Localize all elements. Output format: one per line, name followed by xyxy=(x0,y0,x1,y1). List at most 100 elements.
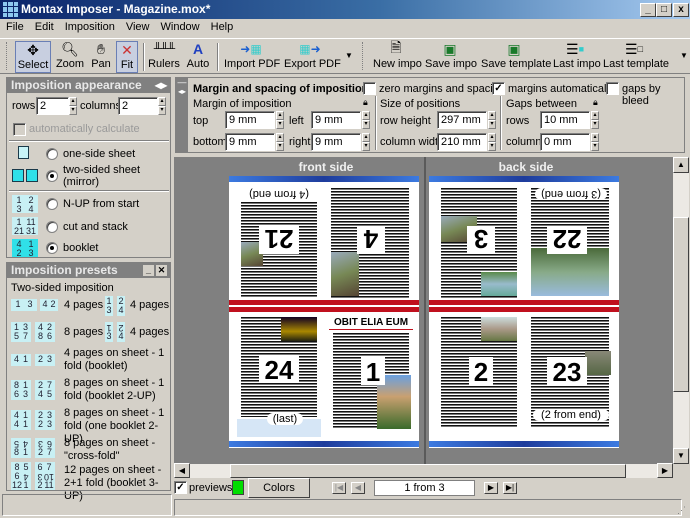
nup-from-start-radio[interactable] xyxy=(46,198,58,210)
gap-columns-spinner[interactable]: ▴ ▾ xyxy=(591,133,599,151)
rows-input[interactable]: 2 xyxy=(36,97,69,115)
page-thumbnail[interactable]: 3 xyxy=(437,186,521,298)
gap-rows-input[interactable]: 10 mm xyxy=(540,111,590,129)
row-height-spinner[interactable]: ▴ ▾ xyxy=(488,111,496,129)
preset-icon: 24 xyxy=(117,322,125,342)
menu-file[interactable]: File xyxy=(0,19,29,33)
first-page-button[interactable]: |◀ xyxy=(332,482,346,494)
page-thumbnail[interactable]: 23 (2 from end) xyxy=(529,315,613,437)
columns-spinner[interactable]: ▴ ▾ xyxy=(158,97,166,115)
last-template-button[interactable]: ☰ □ Last template xyxy=(603,41,669,73)
zero-margins-checkbox[interactable] xyxy=(363,82,376,95)
previews-checkbox[interactable]: ✓ xyxy=(174,481,187,494)
toolbar-grip[interactable] xyxy=(362,42,365,70)
margins-auto-checkbox[interactable]: ✓ xyxy=(492,82,505,95)
preset-item[interactable]: 13 24 4 pages xyxy=(105,296,170,318)
right-margin-input[interactable]: 9 mm xyxy=(311,133,361,151)
top-margin-input[interactable]: 9 mm xyxy=(225,111,275,129)
import-pdf-button[interactable]: ➜ ▦ Import PDF xyxy=(224,41,280,73)
lock-icon[interactable]: 🔒︎ xyxy=(363,97,368,108)
two-sided-sheet-radio[interactable] xyxy=(46,170,58,182)
export-pdf-button[interactable]: ▦ ➜ Export PDF xyxy=(284,41,341,73)
page-thumbnail[interactable]: 4 xyxy=(329,186,413,298)
toolbar-overflow-chevron-icon[interactable]: ▼ xyxy=(680,51,688,60)
column-width-spinner[interactable]: ▴ ▾ xyxy=(488,133,496,151)
last-impo-button[interactable]: ☰ ■ Last impo xyxy=(553,41,601,73)
left-margin-spinner[interactable]: ▴ ▾ xyxy=(362,111,370,129)
menu-view[interactable]: View xyxy=(120,19,155,33)
fit-tool-button[interactable]: ✕ Fit xyxy=(116,41,138,73)
preset-item[interactable]: 1357 4286 8 pages xyxy=(7,320,105,344)
column-width-input[interactable]: 210 mm xyxy=(437,133,487,151)
minimize-button[interactable]: _ xyxy=(640,3,656,17)
pan-tool-button[interactable]: ✋︎ Pan xyxy=(88,41,114,73)
panel-side-handle[interactable]: — ◂▸ xyxy=(176,78,188,152)
scroll-up-button[interactable]: ▲ xyxy=(673,157,689,173)
menu-help[interactable]: Help xyxy=(205,19,239,33)
colors-button[interactable]: Colors xyxy=(248,478,310,498)
save-template-button[interactable]: ▣ Save template xyxy=(481,41,551,73)
scrollbar-thumb[interactable] xyxy=(230,464,626,478)
menu-edit[interactable]: Edit xyxy=(29,19,59,33)
bottom-margin-spinner[interactable]: ▴ ▾ xyxy=(276,133,284,151)
select-tool-button[interactable]: ✥ Select xyxy=(15,41,51,73)
left-margin-input[interactable]: 9 mm xyxy=(311,111,361,129)
gaps-by-bleed-checkbox[interactable] xyxy=(606,82,619,95)
columns-input[interactable]: 2 xyxy=(118,97,158,115)
page-indicator[interactable]: 1 from 3 xyxy=(374,480,475,496)
page-thumbnail[interactable]: (4 from end) 21 xyxy=(237,186,321,298)
menu-imposition[interactable]: Imposition xyxy=(59,19,120,33)
close-panel-button[interactable]: ✕ xyxy=(156,265,167,276)
resize-grip-icon[interactable]: ⋰ xyxy=(677,505,686,516)
preset-item[interactable]: 8163 2745 8 pages on sheet - 1 fold (boo… xyxy=(7,376,170,404)
zoom-tool-button[interactable]: 🔍︎ Zoom xyxy=(55,41,85,73)
one-side-sheet-icon xyxy=(18,146,29,159)
gap-columns-input[interactable]: 0 mm xyxy=(540,133,590,151)
rulers-button[interactable]: ╨╨╨ Rulers xyxy=(148,41,180,73)
gap-rows-spinner[interactable]: ▴ ▾ xyxy=(591,111,599,129)
auto-button[interactable]: A Auto xyxy=(184,41,212,73)
preview-color-swatch[interactable] xyxy=(232,480,244,495)
preset-item[interactable]: 41 23 4 pages on sheet - 1 fold (booklet… xyxy=(7,346,170,374)
dock-toggle-icon[interactable]: ◂▸ xyxy=(155,78,167,93)
toolbar-overflow-chevron-icon[interactable]: ▼ xyxy=(345,51,353,60)
imposition-canvas[interactable]: front side back side (4 from end) 21 4 2… xyxy=(174,157,673,464)
auto-calculate-checkbox[interactable] xyxy=(13,123,26,136)
page-thumbnail[interactable]: (3 from end) 22 xyxy=(529,186,613,298)
horizontal-scrollbar[interactable]: ◀ ▶ xyxy=(174,463,673,478)
save-impo-button[interactable]: ▣ Save impo xyxy=(425,41,477,73)
toolbar-grip[interactable] xyxy=(6,42,9,70)
minimize-panel-button[interactable]: _ xyxy=(143,265,154,276)
preset-item[interactable]: 4141 2323 8 pages on sheet - 1 fold (one… xyxy=(7,406,170,445)
scrollbar-thumb[interactable] xyxy=(673,217,689,392)
close-button[interactable]: x xyxy=(673,3,689,17)
scroll-left-button[interactable]: ◀ xyxy=(174,463,190,478)
dock-toggle-icon[interactable]: ◂▸ xyxy=(176,87,188,96)
page-thumbnail[interactable]: 24 (last) xyxy=(237,315,321,437)
row-height-input[interactable]: 297 mm xyxy=(437,111,487,129)
rows-spinner[interactable]: ▴ ▾ xyxy=(69,97,77,115)
cut-and-stack-radio[interactable] xyxy=(46,221,58,233)
menu-window[interactable]: Window xyxy=(155,19,205,33)
previous-page-button[interactable]: ◀ xyxy=(351,482,365,494)
red-band xyxy=(229,300,419,305)
new-impo-button[interactable]: 🗎︎ New impo xyxy=(373,39,422,73)
bottom-margin-input[interactable]: 9 mm xyxy=(225,133,275,151)
right-margin-spinner[interactable]: ▴ ▾ xyxy=(362,133,370,151)
vertical-scrollbar[interactable]: ▲ ▼ xyxy=(673,157,689,464)
preset-item[interactable]: 5481 3627 8 pages on sheet - "cross-fold… xyxy=(7,434,170,462)
one-side-sheet-radio[interactable] xyxy=(46,148,58,160)
next-page-button[interactable]: ▶ xyxy=(484,482,498,494)
scroll-right-button[interactable]: ▶ xyxy=(657,463,673,478)
preset-item[interactable]: 13 24 4 pages xyxy=(105,320,170,344)
page-photo xyxy=(481,272,517,296)
maximize-button[interactable]: □ xyxy=(656,3,672,17)
lock-icon[interactable]: 🔒︎ xyxy=(593,97,598,108)
page-thumbnail[interactable]: OBIT ELIA EUM 1 xyxy=(329,315,413,437)
scroll-down-button[interactable]: ▼ xyxy=(673,448,689,464)
last-page-button[interactable]: ▶| xyxy=(503,482,517,494)
preset-item[interactable]: 8 5 6 4 12 1 6 7 3 10 2 11 12 pages on sheet - 2+1… xyxy=(7,462,170,502)
booklet-radio[interactable] xyxy=(46,242,58,254)
page-thumbnail[interactable]: 2 xyxy=(437,315,521,437)
top-margin-spinner[interactable]: ▴ ▾ xyxy=(276,111,284,129)
